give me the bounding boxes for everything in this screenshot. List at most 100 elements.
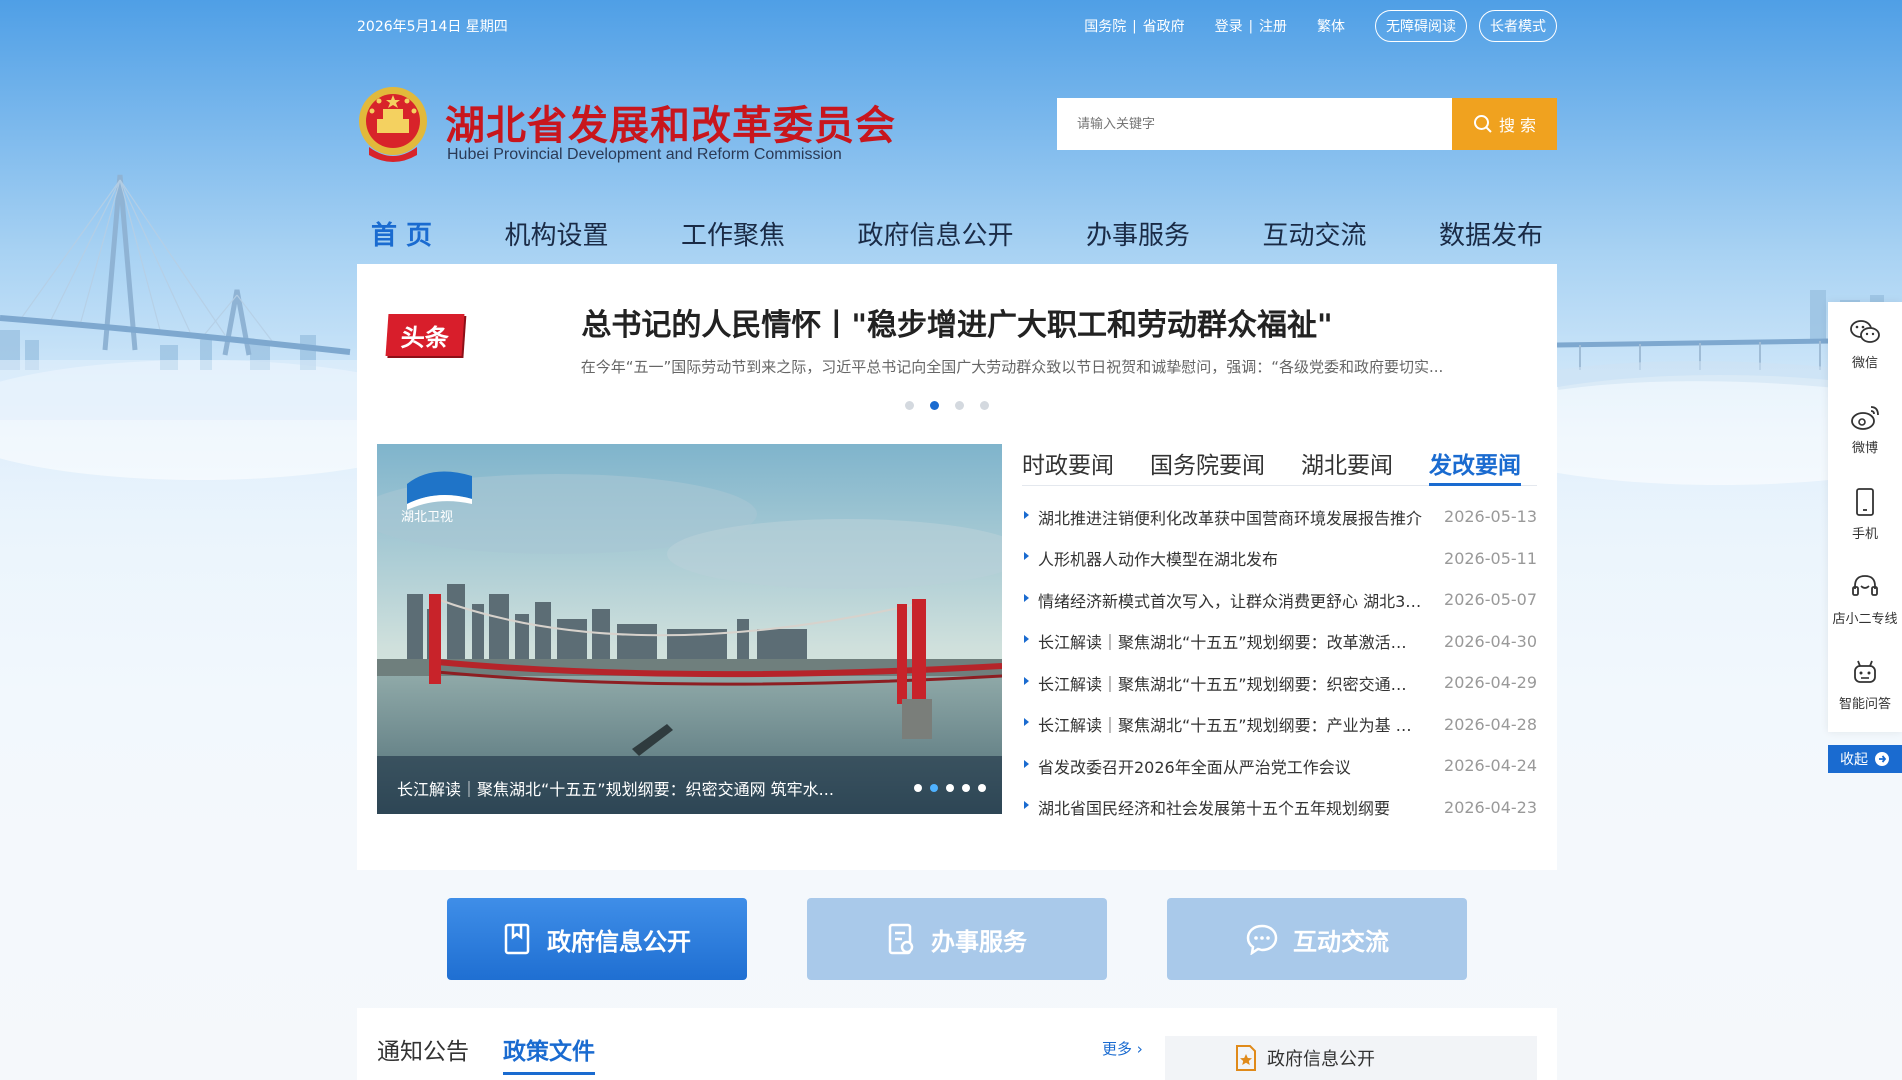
- more-link[interactable]: 更多 ›: [1102, 1038, 1143, 1059]
- site-title: 湖北省发展和改革委员会: [445, 102, 896, 149]
- chat-icon: [1246, 924, 1278, 955]
- service-label: 办事服务: [931, 927, 1027, 956]
- search-button[interactable]: 搜 索: [1452, 98, 1557, 150]
- interaction-label: 互动交流: [1293, 927, 1389, 956]
- search-icon: [1473, 115, 1492, 133]
- sidebar-item-mobile[interactable]: 手机: [1828, 472, 1902, 557]
- news-title[interactable]: 湖北推进注销便利化改革获中国营商环境发展报告推介: [1022, 505, 1422, 529]
- site-subtitle-english: Hubei Provincial Development and Reform …: [447, 146, 842, 163]
- tab-ndrc-news[interactable]: 发改要闻: [1429, 444, 1521, 486]
- tab-hubei-news[interactable]: 湖北要闻: [1301, 444, 1393, 485]
- news-date: 2026-04-29: [1444, 673, 1537, 693]
- tab-political-news[interactable]: 时政要闻: [1022, 444, 1114, 485]
- carousel-dot-active[interactable]: [930, 401, 939, 410]
- news-title[interactable]: 湖北省国民经济和社会发展第十五个五年规划纲要: [1022, 795, 1422, 819]
- interaction-button[interactable]: 互动交流: [1167, 898, 1467, 980]
- nav-interaction[interactable]: 互动交流: [1262, 210, 1366, 264]
- link-provincial-gov[interactable]: 省政府: [1143, 16, 1185, 36]
- nav-work-focus[interactable]: 工作聚焦: [681, 210, 785, 264]
- quick-access: 政府信息公开 办事服务 互动交流: [0, 898, 1902, 980]
- weibo-icon: [1851, 406, 1879, 430]
- news-date: 2026-04-23: [1444, 797, 1537, 817]
- nav-organization[interactable]: 机构设置: [505, 210, 609, 264]
- nav-home[interactable]: 首 页: [371, 210, 432, 264]
- sidebar-label: 店小二专线: [1832, 612, 1898, 627]
- mobile-phone-icon: [1856, 488, 1874, 516]
- news-row[interactable]: 人形机器人动作大模型在湖北发布 2026-05-11: [1022, 538, 1537, 580]
- more-label: 更多: [1102, 1040, 1133, 1058]
- news-tabs: 时政要闻 国务院要闻 湖北要闻 发改要闻: [1022, 444, 1537, 486]
- sidebar-item-assistant-hotline[interactable]: 店小二专线: [1828, 557, 1902, 642]
- tab-policy-documents[interactable]: 政策文件: [503, 1032, 595, 1075]
- accessibility-button[interactable]: 无障碍阅读: [1375, 10, 1467, 42]
- news-title[interactable]: 长江解读｜聚焦湖北“十五五”规划纲要：改革激活力 ...: [1022, 629, 1422, 653]
- chevron-right-icon: ›: [1136, 1040, 1143, 1058]
- news-title[interactable]: 长江解读｜聚焦湖北“十五五”规划纲要：产业为基 科...: [1022, 712, 1422, 736]
- notice-section: 通知公告 政策文件 更多 › 政府信息公开: [357, 1008, 1557, 1080]
- carousel-dot[interactable]: [962, 784, 970, 792]
- divider: |: [1248, 18, 1253, 34]
- news-title[interactable]: 省发改委召开2026年全面从严治党工作会议: [1022, 754, 1422, 778]
- sidebar-label: 智能问答: [1838, 697, 1891, 712]
- carousel-dot[interactable]: [978, 784, 986, 792]
- carousel-dot[interactable]: [914, 784, 922, 792]
- current-date: 2026年5月14日 星期四: [357, 19, 508, 35]
- news-date: 2026-05-11: [1444, 548, 1537, 568]
- news-date: 2026-04-30: [1444, 631, 1537, 651]
- headline-carousel-dots: [905, 401, 989, 410]
- sidebar-collapse-button[interactable]: 收起: [1828, 745, 1902, 773]
- nav-services[interactable]: 办事服务: [1086, 210, 1190, 264]
- news-row[interactable]: 省发改委召开2026年全面从严治党工作会议 2026-04-24: [1022, 745, 1537, 787]
- news-title[interactable]: 人形机器人动作大模型在湖北发布: [1022, 546, 1422, 570]
- gov-info-box[interactable]: 政府信息公开: [1165, 1036, 1537, 1080]
- site-logo[interactable]: 湖北省发展和改革委员会 Hubei Provincial Development…: [357, 85, 895, 165]
- gov-info-label: 政府信息公开: [547, 927, 691, 956]
- nav-data-release[interactable]: 数据发布: [1439, 210, 1543, 264]
- carousel-dot[interactable]: [946, 784, 954, 792]
- carousel-dot-active[interactable]: [930, 784, 938, 792]
- tab-notices[interactable]: 通知公告: [377, 1032, 469, 1075]
- nav-gov-info[interactable]: 政府信息公开: [858, 210, 1014, 264]
- sidebar-label: 微信: [1851, 356, 1878, 371]
- carousel-dot[interactable]: [980, 401, 989, 410]
- carousel-dot[interactable]: [905, 401, 914, 410]
- news-title[interactable]: 长江解读｜聚焦湖北“十五五”规划纲要：织密交通网 ...: [1022, 671, 1422, 695]
- sidebar-item-weibo[interactable]: 微博: [1828, 387, 1902, 472]
- news-row[interactable]: 长江解读｜聚焦湖北“十五五”规划纲要：产业为基 科... 2026-04-28: [1022, 704, 1537, 746]
- traditional-chinese-link[interactable]: 繁体: [1317, 16, 1345, 36]
- news-panel: 时政要闻 国务院要闻 湖北要闻 发改要闻 湖北推进注销便利化改革获中国营商环境发…: [1022, 444, 1537, 824]
- news-date: 2026-04-28: [1444, 714, 1537, 734]
- robot-icon: [1854, 660, 1876, 683]
- register-link[interactable]: 注册: [1259, 16, 1287, 36]
- headline-summary[interactable]: 在今年“五一”国际劳动节到来之际，习近平总书记向全国广大劳动群众致以节日祝贺和诚…: [512, 356, 1512, 377]
- news-title[interactable]: 情绪经济新模式首次写入，让群众消费更舒心 湖北30...: [1022, 588, 1422, 612]
- link-guowuyuan[interactable]: 国务院: [1084, 16, 1126, 36]
- search-bar: 搜 索: [1057, 98, 1557, 150]
- news-row[interactable]: 湖北推进注销便利化改革获中国营商环境发展报告推介 2026-05-13: [1022, 496, 1537, 538]
- service-button[interactable]: 办事服务: [807, 898, 1107, 980]
- tab-state-council-news[interactable]: 国务院要闻: [1150, 444, 1265, 485]
- news-row[interactable]: 长江解读｜聚焦湖北“十五五”规划纲要：织密交通网 ... 2026-04-29: [1022, 662, 1537, 704]
- gov-info-button[interactable]: 政府信息公开: [447, 898, 747, 980]
- floating-sidebar: 微信 微博 手机 店小二专线 智能问答: [1828, 302, 1902, 732]
- login-link[interactable]: 登录: [1215, 16, 1243, 36]
- news-row[interactable]: 湖北省国民经济和社会发展第十五个五年规划纲要 2026-04-23: [1022, 787, 1537, 829]
- sidebar-item-ai-qa[interactable]: 智能问答: [1828, 642, 1902, 727]
- notice-tabs: 通知公告 政策文件: [377, 1032, 595, 1075]
- news-row[interactable]: 长江解读｜聚焦湖北“十五五”规划纲要：改革激活力 ... 2026-04-30: [1022, 621, 1537, 663]
- sidebar-label: 手机: [1851, 527, 1878, 542]
- headline-title[interactable]: 总书记的人民情怀丨"稳步增进广大职工和劳动群众福祉": [357, 300, 1557, 344]
- sidebar-item-wechat[interactable]: 微信: [1828, 302, 1902, 387]
- news-row[interactable]: 情绪经济新模式首次写入，让群众消费更舒心 湖北30... 2026-05-07: [1022, 579, 1537, 621]
- book-icon: [504, 923, 530, 955]
- gov-info-box-label: 政府信息公开: [1267, 1049, 1375, 1070]
- top-links: 国务院 | 省政府 登录 | 注册 繁体 无障碍阅读 长者模式: [1084, 10, 1557, 42]
- elder-mode-button[interactable]: 长者模式: [1479, 10, 1557, 42]
- carousel-dot[interactable]: [955, 401, 964, 410]
- search-input[interactable]: [1057, 98, 1452, 150]
- top-bar: 2026年5月14日 星期四 国务院 | 省政府 登录 | 注册 繁体 无障碍阅…: [357, 10, 1557, 42]
- photo-carousel[interactable]: 湖北卫视 长江解读｜聚焦湖北“十五五”规划纲要：织密交通网 筑牢水...: [377, 444, 1002, 814]
- document-icon: [888, 923, 914, 955]
- main-content-card: 头条 总书记的人民情怀丨"稳步增进广大职工和劳动群众福祉" 在今年“五一”国际劳…: [357, 264, 1557, 870]
- photo-caption[interactable]: 长江解读｜聚焦湖北“十五五”规划纲要：织密交通网 筑牢水...: [377, 756, 1002, 814]
